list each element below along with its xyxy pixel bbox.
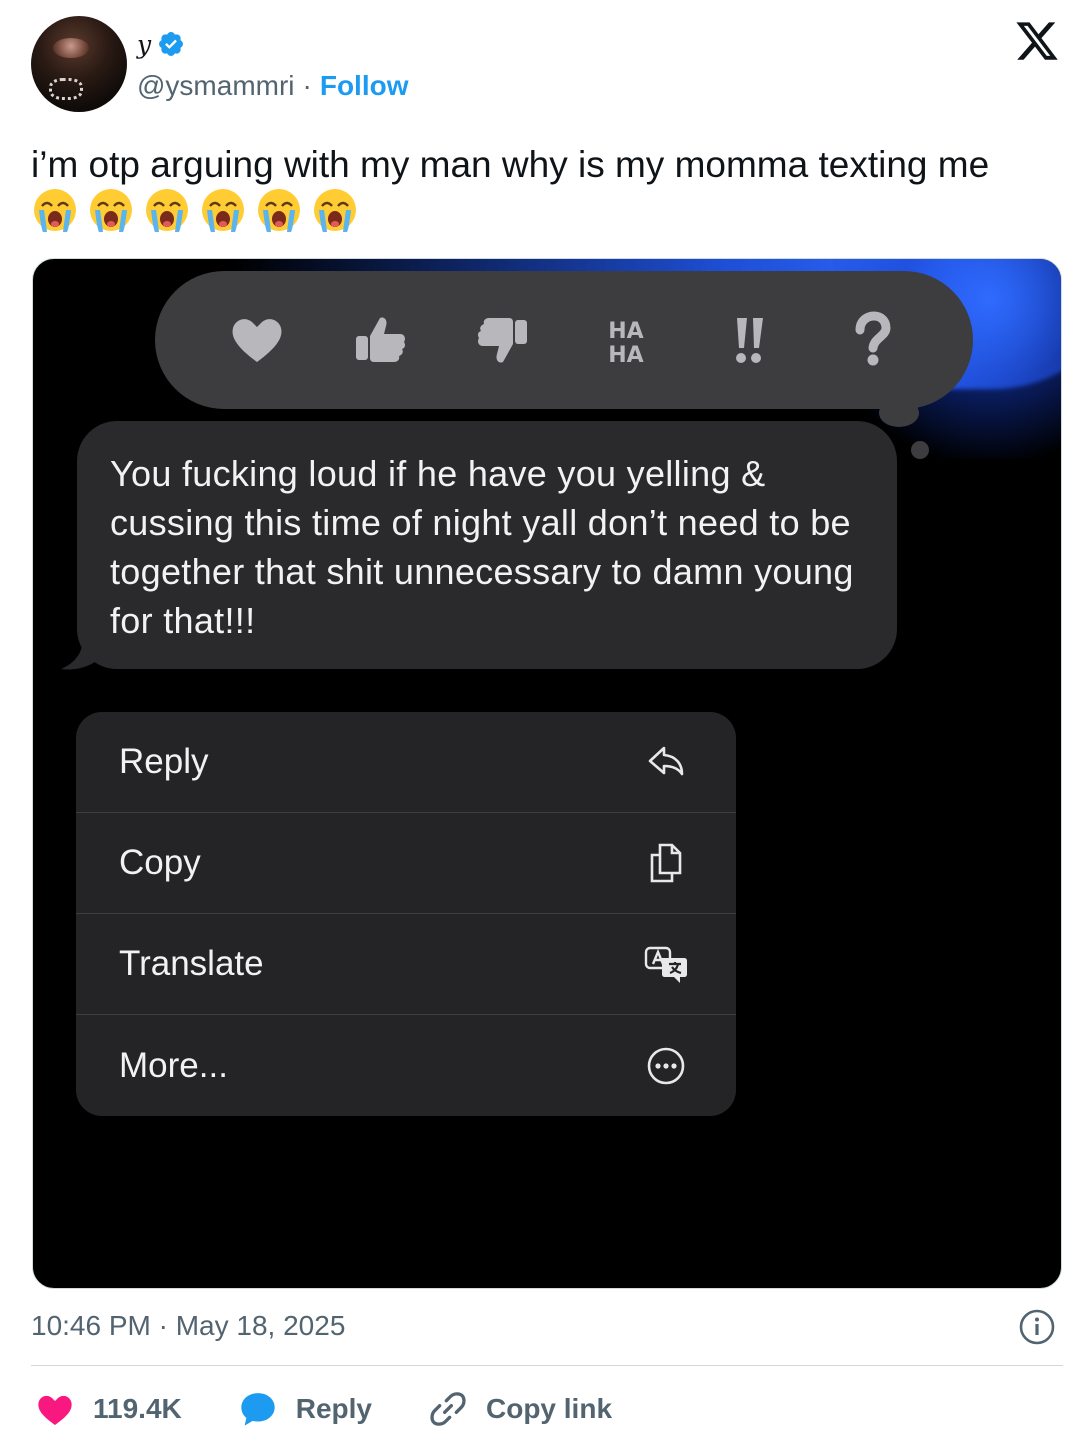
- info-icon[interactable]: [1018, 1308, 1056, 1346]
- thumbs-up-icon: [355, 317, 405, 362]
- translate-icon: [644, 946, 687, 983]
- haha-text-top: HA: [608, 319, 643, 344]
- reply-arrow-icon: [648, 746, 684, 776]
- tweet-timestamp[interactable]: 10:46 PM · May 18, 2025: [31, 1310, 345, 1342]
- copy-icon: [650, 843, 682, 883]
- menu-item-label: Translate: [119, 944, 264, 983]
- reply-button[interactable]: Reply: [238, 1389, 372, 1429]
- loudly-crying-face-icon: [258, 189, 300, 232]
- loudly-crying-face-icon: [202, 189, 244, 232]
- tapback-reaction-bar: HA HA: [155, 271, 973, 409]
- menu-item-copy[interactable]: Copy: [76, 813, 736, 914]
- display-name[interactable]: y: [137, 30, 151, 59]
- heart-icon: [38, 1395, 72, 1425]
- menu-item-label: Reply: [119, 742, 209, 781]
- more-circle-icon: [647, 1047, 685, 1084]
- tweet-actions: 119.4K Reply Copy link: [35, 1385, 668, 1433]
- question-icon: [855, 311, 891, 366]
- like-count: 119.4K: [93, 1393, 182, 1424]
- follow-button[interactable]: Follow: [320, 70, 409, 102]
- menu-item-label: More...: [119, 1045, 228, 1085]
- message-context-menu: Reply Copy Translate More...: [76, 712, 736, 1116]
- author-name-row: y: [137, 26, 185, 62]
- message-text: You fucking loud if he have you yelling …: [110, 453, 854, 641]
- menu-item-more[interactable]: More...: [76, 1015, 736, 1116]
- handle-row: @ysmammri · Follow: [137, 70, 409, 102]
- tweet-media-image[interactable]: HA HA You fucking loud if he have you ye…: [32, 258, 1062, 1289]
- tweet-text: i’m otp arguing with my man why is my mo…: [31, 144, 990, 185]
- haha-icon: HA HA: [608, 319, 643, 368]
- x-logo-icon[interactable]: [1014, 18, 1060, 64]
- like-button[interactable]: 119.4K: [35, 1389, 182, 1429]
- loudly-crying-face-icon: [314, 189, 356, 232]
- thumbs-down-icon: [477, 318, 527, 363]
- loudly-crying-face-icon: [146, 189, 188, 232]
- avatar-lips: [53, 38, 89, 58]
- menu-item-translate[interactable]: Translate: [76, 914, 736, 1015]
- emoji-row: [31, 186, 359, 234]
- separator-dot: ·: [302, 70, 312, 101]
- loudly-crying-face-icon: [34, 189, 76, 232]
- haha-text-bottom: HA: [608, 343, 643, 368]
- menu-item-label: Copy: [119, 843, 201, 882]
- copy-link-label: Copy link: [486, 1393, 613, 1424]
- link-icon: [430, 1392, 466, 1426]
- avatar[interactable]: [31, 16, 127, 112]
- copy-link-button[interactable]: Copy link: [428, 1389, 612, 1429]
- double-exclamation-icon: [735, 318, 763, 363]
- reaction-bubble-dot-large: [879, 399, 919, 427]
- loudly-crying-face-icon: [90, 189, 132, 232]
- message-bubble-tail: [61, 637, 111, 670]
- divider: [31, 1365, 1063, 1366]
- reply-bubble-icon: [241, 1393, 275, 1426]
- reply-label: Reply: [295, 1393, 372, 1424]
- handle[interactable]: @ysmammri: [137, 70, 295, 102]
- verified-badge-icon: [159, 32, 184, 56]
- heart-icon: [232, 319, 281, 362]
- avatar-chain: [49, 78, 83, 100]
- reaction-bubble-dot-small: [911, 441, 929, 459]
- menu-item-reply[interactable]: Reply: [76, 712, 736, 813]
